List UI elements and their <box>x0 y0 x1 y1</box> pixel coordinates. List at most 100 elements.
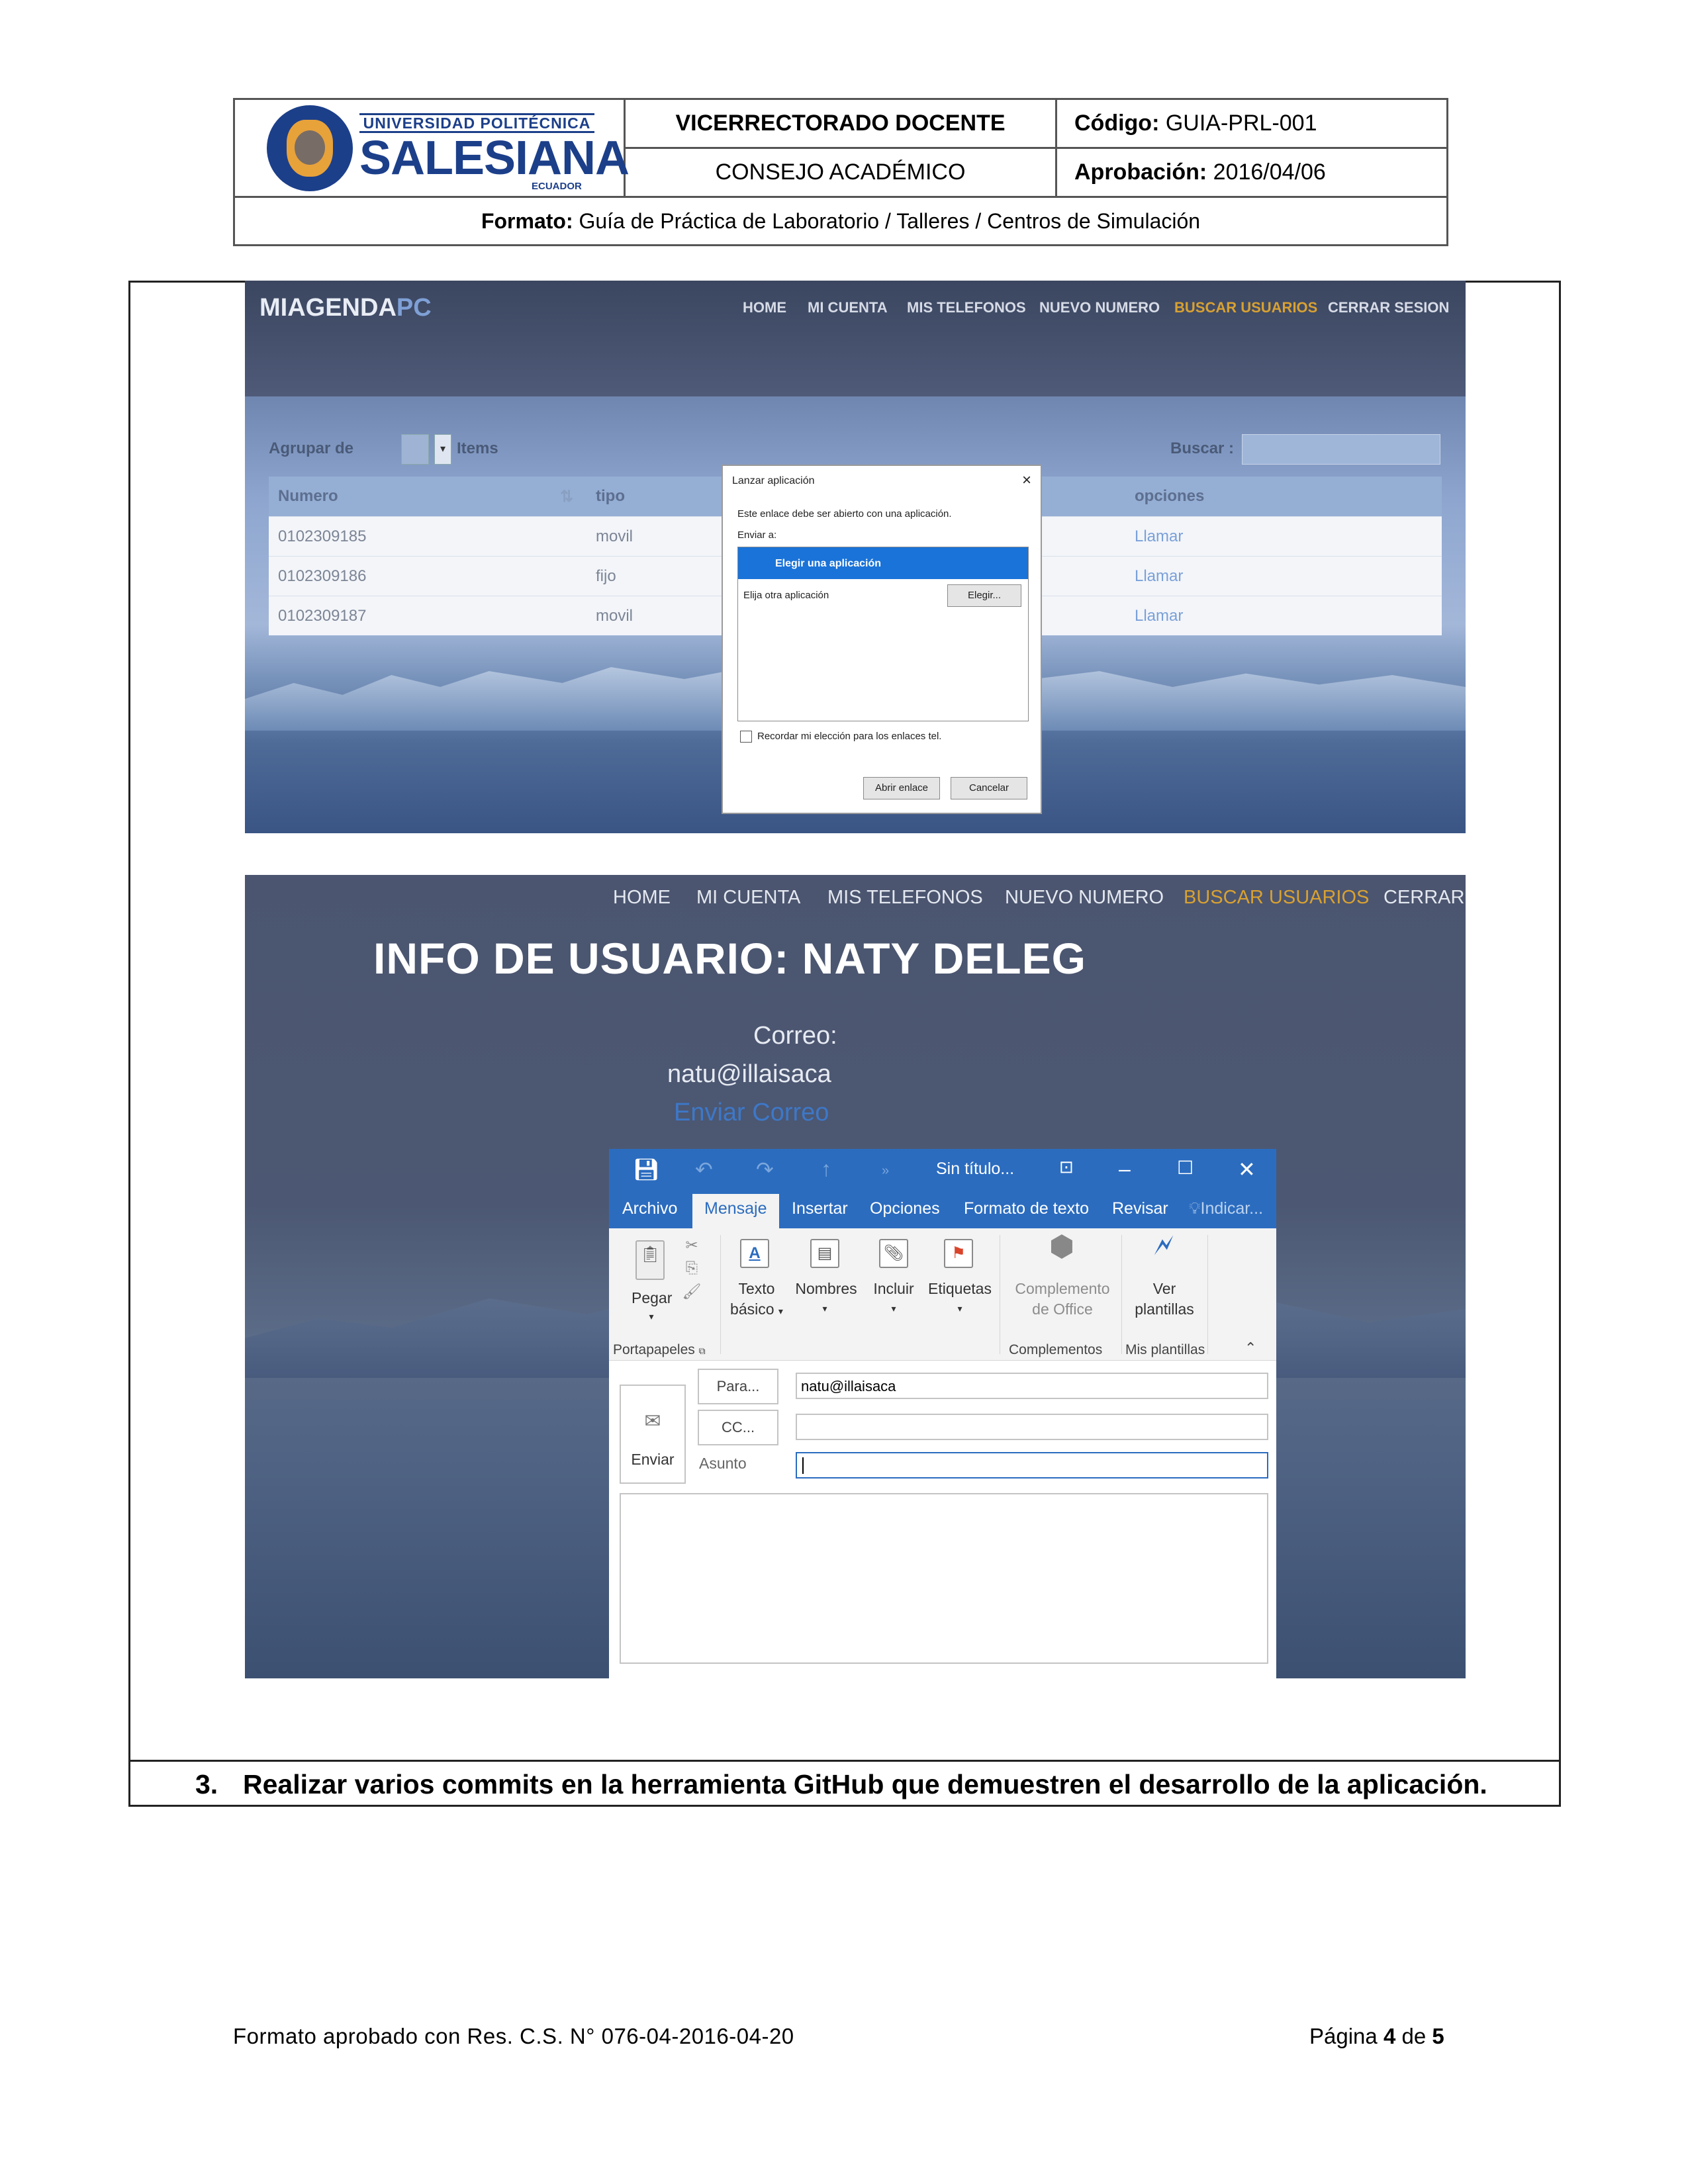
search-input[interactable] <box>1242 434 1440 465</box>
cc-field[interactable] <box>796 1414 1268 1440</box>
formato-row: Formato: Guía de Práctica de Laboratorio… <box>235 198 1446 244</box>
ribbon-display-icon[interactable]: ⊡ <box>1059 1157 1074 1177</box>
call-link[interactable]: Llamar <box>1135 607 1183 625</box>
office-addin-label-2: de Office <box>1032 1300 1093 1318</box>
call-link[interactable]: Llamar <box>1135 567 1183 586</box>
sort-icon[interactable]: ⇅ <box>560 487 573 506</box>
nav-mis-telefonos[interactable]: MIS TELEFONOS <box>907 299 1026 316</box>
collapse-ribbon-icon[interactable]: ⌃ <box>1244 1340 1256 1357</box>
ribbon-tabs: Archivo Mensaje Insertar Opciones Format… <box>609 1189 1276 1228</box>
nav-mi-cuenta[interactable]: MI CUENTA <box>696 887 800 909</box>
include-dropdown-icon[interactable]: ▾ <box>887 1298 900 1319</box>
arrow-up-icon[interactable]: ↑ <box>821 1157 831 1181</box>
option-other-application[interactable]: Elija otra aplicación <box>743 590 829 601</box>
app-brand[interactable]: MIAGENDAPC <box>259 294 432 322</box>
group-by-select[interactable] <box>401 434 429 465</box>
cc-button[interactable]: CC... <box>698 1410 778 1445</box>
nav-nuevo-numero[interactable]: NUEVO NUMERO <box>1005 887 1164 909</box>
app-navbar: MIAGENDAPC HOME MI CUENTA MIS TELEFONOS … <box>245 281 1466 396</box>
nav-home[interactable]: HOME <box>613 887 671 909</box>
call-link[interactable]: Llamar <box>1135 527 1183 546</box>
office-addin-icon[interactable]: ⬢ <box>1042 1232 1082 1261</box>
font-color-icon[interactable]: A <box>740 1239 769 1268</box>
tags-button[interactable]: Etiquetas <box>927 1279 993 1299</box>
nav-buscar-usuarios[interactable]: BUSCAR USUARIOS <box>1174 299 1317 316</box>
tab-opciones[interactable]: Opciones <box>870 1199 940 1218</box>
column-header-opciones[interactable]: opciones <box>1135 487 1204 506</box>
save-icon[interactable]: 💾︎ <box>633 1157 660 1182</box>
cut-icon[interactable]: ✂ <box>682 1235 702 1255</box>
redo-icon[interactable]: ↷ <box>756 1157 774 1182</box>
address-book-icon[interactable]: ▤ <box>810 1239 839 1268</box>
to-button[interactable]: Para... <box>698 1369 778 1404</box>
open-link-button[interactable]: Abrir enlace <box>863 777 940 799</box>
nav-cerrar[interactable]: CERRAR <box>1383 887 1464 909</box>
attach-icon[interactable]: 📎︎ <box>879 1239 908 1268</box>
email-value: natu@illaisaca <box>667 1060 831 1088</box>
nav-cerrar-sesion[interactable]: CERRAR SESION <box>1328 299 1449 316</box>
nav-buscar-usuarios[interactable]: BUSCAR USUARIOS <box>1184 887 1369 909</box>
cell-numero: 0102309185 <box>278 527 367 545</box>
ribbon-separator <box>1121 1235 1122 1354</box>
remember-checkbox[interactable] <box>740 731 752 743</box>
view-templates-button[interactable]: Ver plantillas <box>1125 1279 1203 1320</box>
message-body[interactable] <box>620 1493 1268 1664</box>
ribbon-separator <box>720 1235 721 1354</box>
send-email-link[interactable]: Enviar Correo <box>674 1099 1466 1127</box>
names-button[interactable]: Nombres <box>793 1279 859 1299</box>
subject-field[interactable] <box>796 1452 1268 1479</box>
nav-home[interactable]: HOME <box>743 299 786 316</box>
page-current: 4 <box>1383 2024 1396 2048</box>
undo-icon[interactable]: ↶ <box>695 1157 713 1182</box>
office-addin-button[interactable]: Complemento de Office <box>1006 1279 1119 1320</box>
view-templates-label-2: plantillas <box>1135 1300 1194 1318</box>
window-titlebar: 💾︎ ↶ ↷ ↑ » Sin título... ⊡ – ☐ ✕ <box>609 1149 1276 1189</box>
cell-numero: 0102309186 <box>278 567 367 585</box>
nav-mi-cuenta[interactable]: MI CUENTA <box>808 299 888 316</box>
group-templates: Mis plantillas <box>1125 1342 1205 1357</box>
choose-button[interactable]: Elegir... <box>947 584 1021 607</box>
logo-emblem <box>267 105 353 191</box>
option-choose-application[interactable]: Elegir una aplicación <box>738 547 1028 579</box>
nav-nuevo-numero[interactable]: NUEVO NUMERO <box>1039 299 1160 316</box>
to-field[interactable]: natu@illaisaca <box>796 1373 1268 1399</box>
tell-me-tab[interactable]: 💡︎Indicar... <box>1189 1199 1263 1218</box>
close-icon[interactable]: ✕ <box>1238 1157 1256 1182</box>
tags-dropdown-icon[interactable]: ▾ <box>953 1298 966 1319</box>
aprobacion-label: Aprobación: <box>1074 159 1207 185</box>
page-total: 5 <box>1432 2024 1444 2048</box>
tab-archivo[interactable]: Archivo <box>622 1199 677 1218</box>
send-button[interactable]: ✉ Enviar <box>620 1385 686 1484</box>
tab-mensaje[interactable]: Mensaje <box>692 1194 779 1228</box>
codigo-value: GUIA-PRL-001 <box>1165 111 1317 136</box>
cancel-button[interactable]: Cancelar <box>951 777 1027 799</box>
clipboard-icon[interactable]: 📋︎ <box>635 1240 665 1280</box>
tab-revisar[interactable]: Revisar <box>1112 1199 1168 1218</box>
more-icon[interactable]: » <box>882 1163 889 1179</box>
column-header-numero[interactable]: Numero <box>278 487 338 506</box>
vicerrectorado-cell: VICERRECTORADO DOCENTE <box>626 100 1057 149</box>
tab-insertar[interactable]: Insertar <box>792 1199 848 1218</box>
cell-tipo: movil <box>596 527 633 545</box>
include-button[interactable]: Incluir <box>867 1279 920 1299</box>
names-dropdown-icon[interactable]: ▾ <box>818 1298 831 1319</box>
column-header-tipo[interactable]: tipo <box>596 487 625 506</box>
flag-icon[interactable]: ⚑ <box>944 1239 973 1268</box>
paste-button[interactable]: Pegar <box>632 1288 672 1308</box>
basic-text-button[interactable]: Texto básico ▾ <box>727 1279 786 1322</box>
tab-formato-texto[interactable]: Formato de texto <box>964 1199 1089 1218</box>
paste-dropdown-icon[interactable]: ▾ <box>645 1306 658 1327</box>
logo-sub-text: ECUADOR <box>532 181 582 192</box>
logo-top-text: UNIVERSIDAD POLITÉCNICA <box>359 113 594 133</box>
dialog-launcher-icon[interactable]: ⧉ <box>699 1345 706 1356</box>
outlook-compose-window: 💾︎ ↶ ↷ ↑ » Sin título... ⊡ – ☐ ✕ Archivo… <box>609 1149 1276 1678</box>
minimize-icon[interactable]: – <box>1119 1157 1131 1181</box>
copy-icon[interactable]: ⎘ <box>682 1257 702 1278</box>
close-icon[interactable]: × <box>1022 471 1031 490</box>
format-painter-icon[interactable]: 🖌︎ <box>682 1281 702 1302</box>
maximize-icon[interactable]: ☐ <box>1177 1157 1194 1179</box>
logo-cell: UNIVERSIDAD POLITÉCNICA SALESIANA ECUADO… <box>235 100 630 198</box>
templates-icon[interactable]: 🗲︎ <box>1144 1231 1184 1260</box>
nav-mis-telefonos[interactable]: MIS TELEFONOS <box>827 887 983 909</box>
group-clipboard-label: Portapapeles <box>613 1342 695 1357</box>
